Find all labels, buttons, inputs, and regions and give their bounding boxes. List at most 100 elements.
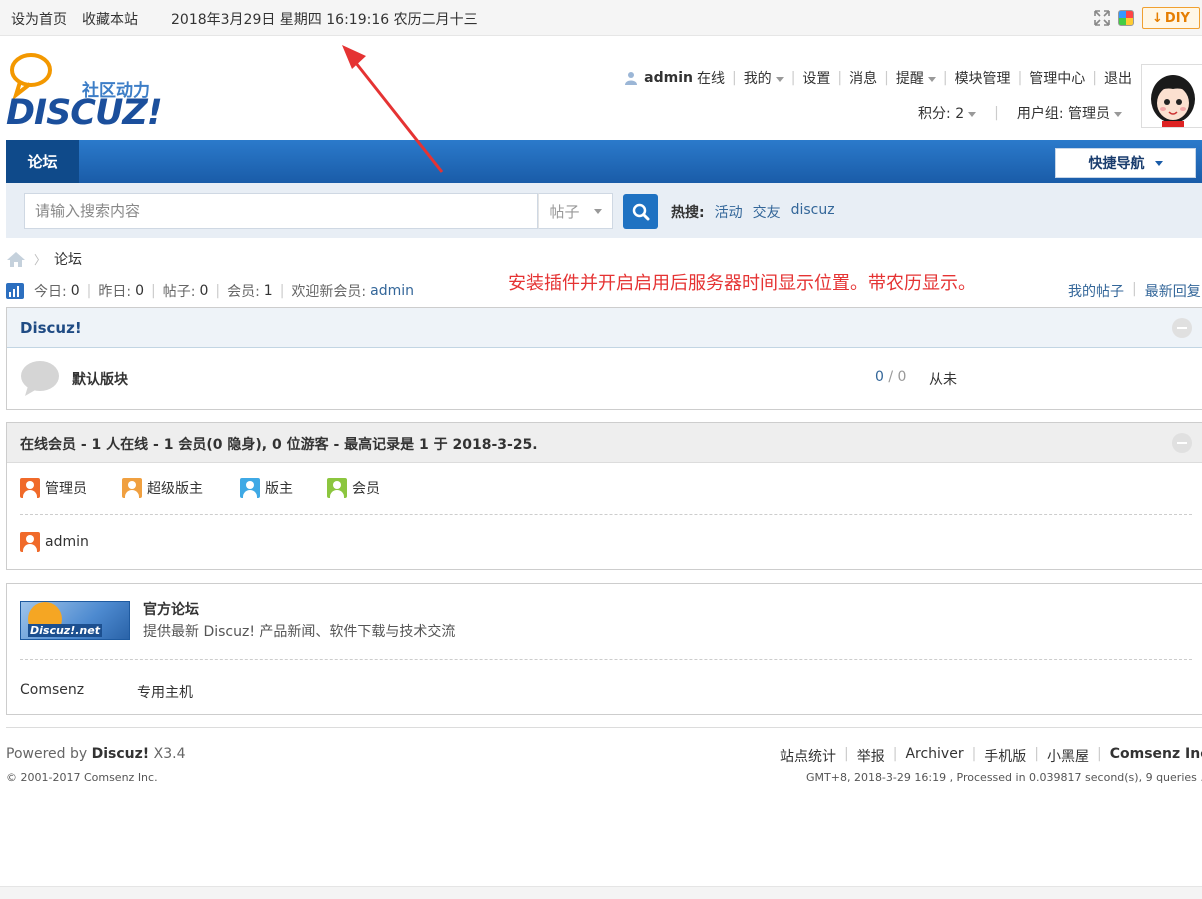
forum-counts: 0 / 0 (875, 369, 907, 385)
super-moderator-icon (122, 478, 142, 498)
online-user[interactable]: admin (20, 532, 89, 552)
copyright: © 2001-2017 Comsenz Inc. (6, 771, 158, 784)
breadcrumb-separator-icon: 〉 (34, 252, 47, 267)
quick-nav-button[interactable]: 快捷导航 (1055, 148, 1196, 178)
discuz-link[interactable]: Discuz! (92, 746, 150, 762)
avatar[interactable] (1141, 64, 1202, 128)
user-icon (625, 72, 638, 85)
fullscreen-icon[interactable] (1094, 10, 1110, 26)
online-title: 在线会员 - 1 人在线 - 1 会员(0 隐身), 0 位游客 - 最高记录是… (20, 437, 538, 453)
menu-my[interactable]: 我的 (744, 68, 784, 88)
admin-user-icon (20, 478, 40, 498)
divider (20, 659, 1192, 660)
breadcrumb: 〉 论坛 (6, 249, 82, 269)
footer-link-mobile[interactable]: 手机版 (984, 746, 1026, 766)
search-icon (632, 203, 649, 220)
menu-settings[interactable]: 设置 (802, 68, 830, 88)
bottom-strip (0, 886, 1202, 899)
hot-search-item[interactable]: 活动 (715, 202, 743, 222)
posts-count: 0 (199, 283, 209, 299)
members-count: 1 (263, 283, 273, 299)
official-forum-link[interactable]: 官方论坛 (143, 599, 199, 619)
search-type-select[interactable]: 帖子 (538, 193, 613, 229)
discuz-net-logo[interactable]: Discuz!.net (20, 601, 130, 640)
today-count: 0 (70, 283, 80, 299)
footer-divider (6, 727, 1202, 728)
footer-links: 站点统计 | 举报 | Archiver | 手机版 | 小黑屋 | Comsenz In… (780, 746, 1202, 766)
credits-menu[interactable]: 积分: 2 (918, 103, 977, 123)
forum-bubble-icon (21, 361, 59, 396)
footer-company-link[interactable]: Comsenz Inc. (1110, 746, 1202, 766)
legend-admin: 管理员 (20, 478, 87, 498)
download-arrow-icon: ↓ (1152, 10, 1163, 26)
bar-chart-icon (6, 283, 24, 299)
online-status: 在线 (696, 71, 725, 87)
footer-link-blacklist[interactable]: 小黑屋 (1047, 746, 1089, 766)
toolbar-actions: ↓ DIY (1094, 7, 1200, 29)
forum-group-title[interactable]: Discuz! (20, 319, 82, 337)
usergroup-legend: 管理员 超级版主 版主 会员 (7, 463, 1202, 511)
yesterday-count: 0 (135, 283, 144, 299)
annotation-text: 安装插件并开启启用后服务器时间显示位置。带农历显示。 (508, 273, 976, 294)
usergroup-menu[interactable]: 用户组: 管理员 (1017, 103, 1122, 123)
online-header: 在线会员 - 1 人在线 - 1 会员(0 隐身), 0 位游客 - 最高记录是… (7, 423, 1202, 463)
menu-reminders[interactable]: 提醒 (896, 68, 936, 88)
menu-messages[interactable]: 消息 (849, 68, 877, 88)
forum-name-link[interactable]: 默认版块 (72, 369, 128, 389)
hot-search: 热搜: 活动 交友 discuz (671, 202, 835, 222)
menu-logout[interactable]: 退出 (1104, 68, 1132, 88)
collapse-icon[interactable] (1172, 433, 1192, 453)
legend-moderator: 版主 (240, 478, 293, 498)
forum-group-header: Discuz! (7, 308, 1202, 348)
hot-search-label: 热搜: (671, 205, 705, 221)
footer-gmt: GMT+8, 2018-3-29 16:19 , Processed in 0.… (806, 771, 1202, 784)
collapse-icon[interactable] (1172, 318, 1192, 338)
latest-replies-link[interactable]: 最新回复 (1145, 281, 1201, 301)
search-button[interactable] (623, 194, 658, 229)
search-input[interactable] (24, 193, 538, 229)
admin-user-icon (20, 532, 40, 552)
username-link[interactable]: admin (644, 70, 693, 86)
footer-link-stats[interactable]: 站点统计 (780, 746, 836, 766)
footer-link-report[interactable]: 举报 (857, 746, 885, 766)
forum-last-post: 从未 (929, 372, 957, 388)
main-navbar: 论坛 快捷导航 (6, 140, 1202, 183)
text-link-comsenz[interactable]: Comsenz (20, 682, 84, 698)
set-homepage-link[interactable]: 设为首页 (11, 9, 67, 29)
bookmark-link[interactable]: 收藏本站 (82, 9, 138, 29)
legend-member: 会员 (327, 478, 380, 498)
home-icon[interactable] (6, 251, 26, 268)
footer-link-archiver[interactable]: Archiver (905, 746, 963, 766)
search-bar: 帖子 热搜: 活动 交友 discuz (6, 183, 1202, 238)
menu-admin-center[interactable]: 管理中心 (1029, 68, 1085, 88)
server-clock: 2018年3月29日 星期四 16:19:16 农历二月十三 (171, 12, 478, 28)
diy-button[interactable]: ↓ DIY (1142, 7, 1200, 29)
color-theme-icon[interactable] (1118, 10, 1134, 26)
forum-group-box: Discuz! 默认版块 0 / 0 从未 (6, 307, 1202, 410)
legend-super-moderator: 超级版主 (122, 478, 203, 498)
user-menu-bar: admin 在线 | 我的 | 设置 | 消息 | 提醒 | 模块管理 | 管理… (624, 68, 1132, 88)
hot-search-item[interactable]: discuz (791, 202, 835, 222)
powered-by: Powered by Discuz! X3.4 (6, 746, 186, 762)
newest-member-link[interactable]: admin (370, 283, 414, 299)
online-members-box: 在线会员 - 1 人在线 - 1 会员(0 隐身), 0 位游客 - 最高记录是… (6, 422, 1202, 570)
breadcrumb-current[interactable]: 论坛 (54, 249, 82, 269)
menu-module-admin[interactable]: 模块管理 (955, 68, 1011, 88)
friend-links-box: Discuz!.net 官方论坛 提供最新 Discuz! 产品新闻、软件下载与… (6, 583, 1202, 715)
nav-tab-forum[interactable]: 论坛 (6, 140, 79, 183)
forum-row: 默认版块 0 / 0 从未 (7, 348, 1202, 409)
chevron-down-icon (593, 208, 602, 214)
moderator-icon (240, 478, 260, 498)
member-icon (327, 478, 347, 498)
chevron-down-icon (1154, 160, 1163, 166)
forum-stats: 今日: 0 | 昨日: 0 | 帖子: 0 | 会员: 1 | 欢迎新会员: admin (6, 281, 414, 301)
official-forum-desc: 提供最新 Discuz! 产品新闻、软件下载与技术交流 (143, 624, 456, 640)
divider (20, 514, 1192, 515)
text-link-hosting[interactable]: 专用主机 (137, 682, 193, 702)
my-posts-link[interactable]: 我的帖子 (1068, 281, 1124, 301)
post-links: 我的帖子 | 最新回复 (1068, 281, 1201, 301)
hot-search-item[interactable]: 交友 (753, 202, 781, 222)
discuz-logo[interactable]: 社区动力 DISCUZ! (6, 50, 176, 135)
logo-wordmark: DISCUZ! (6, 93, 163, 133)
user-info-bar: 积分: 2 | 用户组: 管理员 (918, 103, 1122, 123)
